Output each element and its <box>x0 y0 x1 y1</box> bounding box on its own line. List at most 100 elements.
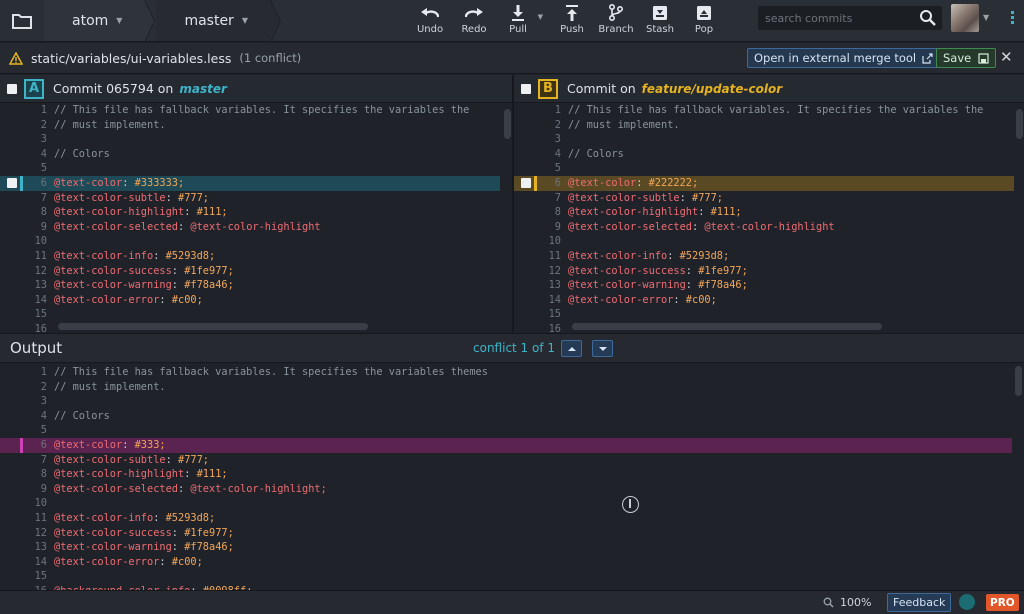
code-line: 5 <box>0 423 1012 438</box>
line-checkbox[interactable] <box>521 177 531 188</box>
line-number: 15 <box>34 570 47 583</box>
code-line: 8 @text-color-highlight: #111; <box>514 205 1014 220</box>
branch-name: master <box>184 12 234 29</box>
variable-value: #5293d8; <box>679 249 730 262</box>
pop-button[interactable]: Pop <box>682 0 726 42</box>
close-icon[interactable]: ✕ <box>1000 48 1013 66</box>
variable-value: @text-color-highlight; <box>190 482 327 495</box>
repo-breadcrumb[interactable]: atom ▼ <box>44 0 156 42</box>
line-number: 2 <box>554 118 561 131</box>
variable-value: #222222; <box>648 176 699 189</box>
horizontal-scrollbar[interactable] <box>572 323 882 330</box>
code-line: 4 // Colors <box>0 409 1012 424</box>
code-line: 10 <box>0 496 1012 511</box>
code-line: 8 @text-color-highlight: #111; <box>0 467 1012 482</box>
line-number: 13 <box>548 279 561 292</box>
open-external-merge-tool-button[interactable]: Open in external merge tool <box>747 48 941 68</box>
commit-b-header: B Commit on feature/update-color <box>514 75 1024 103</box>
line-checkbox[interactable] <box>7 177 17 188</box>
pull-button[interactable]: Pull ▼ <box>496 0 543 42</box>
branch-icon <box>609 4 623 21</box>
file-header: static/variables/ui-variables.less (1 co… <box>0 43 1024 74</box>
pro-badge[interactable]: PRO <box>986 594 1019 611</box>
prev-conflict-button[interactable] <box>561 340 582 357</box>
variable-value: #777; <box>692 191 723 204</box>
code-line: 15 <box>0 307 500 322</box>
repo-name: atom <box>72 12 109 29</box>
line-number: 6 <box>40 438 47 451</box>
avatar[interactable] <box>951 4 979 32</box>
variable-name: @text-color-subtle <box>568 191 680 204</box>
chevron-up-icon <box>567 346 576 351</box>
code-line: 3 <box>514 132 1014 147</box>
variable-name: @text-color <box>54 438 123 451</box>
code-comment: // This file has fallback variables. It … <box>568 104 984 116</box>
vertical-scrollbar[interactable] <box>1015 366 1022 396</box>
code-view-output[interactable]: 1 // This file has fallback variables. It… <box>0 365 1012 590</box>
variable-value: @text-color-highlight <box>190 220 321 233</box>
next-conflict-button[interactable] <box>592 340 613 357</box>
gitkraken-icon[interactable] <box>959 594 975 610</box>
variable-value: #f78a46; <box>184 279 234 292</box>
code-line: 9 @text-color-selected: @text-color-highl… <box>0 482 1012 497</box>
search-input[interactable] <box>758 6 908 30</box>
line-number: 3 <box>40 395 47 408</box>
line-number: 11 <box>34 249 47 262</box>
branch-button[interactable]: Branch <box>594 0 638 42</box>
code-line: 3 <box>0 394 1012 409</box>
variable-value: #777; <box>178 453 209 466</box>
code-line: 2 // must implement. <box>0 118 500 133</box>
vertical-scrollbar[interactable] <box>504 109 511 139</box>
toolbar: atom ▼ master ▼ Undo Redo Pull ▼ Push Br… <box>0 0 1024 42</box>
line-number: 1 <box>554 104 561 116</box>
push-button[interactable]: Push <box>550 0 594 42</box>
line-number: 3 <box>554 133 561 146</box>
code-line: 13 @text-color-warning: #f78a46; <box>0 540 1012 555</box>
zoom-level[interactable]: 100% <box>823 596 871 609</box>
variable-value: #5293d8; <box>165 511 216 524</box>
variable-name: @text-color-success <box>54 526 172 539</box>
hamburger-menu-icon[interactable] <box>999 11 1015 25</box>
line-number: 10 <box>34 497 47 510</box>
line-number: 7 <box>40 453 47 466</box>
vertical-scrollbar[interactable] <box>1016 109 1023 139</box>
select-all-a-checkbox[interactable] <box>7 83 17 94</box>
branch-breadcrumb[interactable]: master ▼ <box>156 0 281 42</box>
line-number: 10 <box>34 235 47 248</box>
code-line: 12 @text-color-success: #1fe977; <box>0 264 500 279</box>
search-icon[interactable] <box>919 9 936 26</box>
stash-button[interactable]: Stash <box>638 0 682 42</box>
save-button[interactable]: Save <box>936 48 997 68</box>
line-number: 15 <box>34 308 47 321</box>
line-number: 14 <box>34 293 47 306</box>
redo-button[interactable]: Redo <box>452 0 496 42</box>
code-line: 4 // Colors <box>0 147 500 162</box>
variable-value: #1fe977; <box>184 264 234 277</box>
horizontal-scrollbar[interactable] <box>58 323 368 330</box>
chevron-down-icon[interactable]: ▼ <box>983 13 989 22</box>
code-line: 15 <box>514 307 1014 322</box>
folder-icon[interactable] <box>0 0 44 41</box>
variable-name: @text-color-highlight <box>568 206 699 219</box>
line-number: 1 <box>40 104 47 116</box>
undo-icon <box>421 8 439 18</box>
cursor-icon <box>622 496 639 513</box>
pull-options-chevron-icon[interactable]: ▼ <box>538 13 543 21</box>
select-all-b-checkbox[interactable] <box>521 83 531 94</box>
line-number: 2 <box>40 118 47 131</box>
code-line: 7 @text-color-subtle: #777; <box>0 453 1012 468</box>
commit-b-pane: B Commit on feature/update-color 1 // Thi… <box>514 75 1024 332</box>
line-number: 16 <box>34 322 47 332</box>
undo-button[interactable]: Undo <box>408 0 452 42</box>
feedback-button[interactable]: Feedback <box>887 593 952 612</box>
external-link-icon <box>922 52 933 64</box>
line-number: 8 <box>40 468 47 481</box>
variable-name: @text-color-warning <box>54 279 172 292</box>
code-line: 4 // Colors <box>514 147 1014 162</box>
line-number: 16 <box>548 322 561 332</box>
conflict-indicator: conflict 1 of 1 <box>473 341 556 355</box>
code-line: 6 @text-color: #222222; <box>514 175 1014 191</box>
code-line: 11 @text-color-info: #5293d8; <box>0 249 500 264</box>
toolbar-actions: Undo Redo Pull ▼ Push Branch Stash Pop <box>408 0 726 42</box>
badge-b: B <box>538 78 558 99</box>
